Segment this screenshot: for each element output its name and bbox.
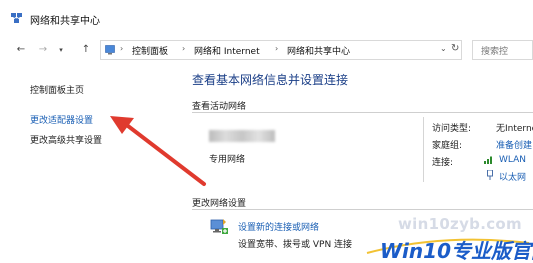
breadcrumb-separator: › <box>120 44 124 53</box>
sidebar-item-change-adapter-settings[interactable]: 更改适配器设置 <box>30 113 93 126</box>
control-panel-icon <box>105 45 115 55</box>
ethernet-connection-link[interactable]: 以太网 <box>499 170 533 183</box>
page-title: 查看基本网络信息并设置连接 <box>192 73 349 87</box>
network-center-icon <box>11 13 22 23</box>
address-dropdown-icon[interactable]: ⌄ <box>440 44 447 53</box>
watermark-brand: Win10专业版官网 <box>380 235 533 263</box>
back-button[interactable]: ← <box>15 44 27 56</box>
connections-label: 连接: <box>432 158 454 168</box>
wifi-signal-icon <box>484 156 492 164</box>
homegroup-value-link[interactable]: 准备创建 <box>496 138 533 151</box>
column-divider <box>423 117 424 182</box>
recent-dropdown-button[interactable]: ▾ <box>55 44 67 56</box>
breadcrumb-network-internet[interactable]: 网络和 Internet <box>194 44 260 57</box>
access-type-value: 无Internet <box>496 124 533 134</box>
watermark-brand-name: Win10 <box>380 239 451 263</box>
sidebar-item-control-panel-home[interactable]: 控制面板主页 <box>30 83 84 96</box>
up-button[interactable]: ↑ <box>80 44 92 56</box>
search-placeholder: 搜索控 <box>481 47 509 57</box>
watermark-brand-suffix: 专业版官网 <box>451 239 533 263</box>
window-title: 网络和共享中心 <box>30 16 100 27</box>
setup-new-connection-link[interactable]: 设置新的连接或网络 <box>238 220 319 233</box>
new-connection-icon <box>210 219 228 234</box>
wlan-connection-link[interactable]: WLAN <box>499 155 533 165</box>
access-type-label: 访问类型: <box>432 124 472 134</box>
setup-connection-description: 设置宽带、拨号或 VPN 连接 <box>238 240 353 250</box>
annotation-arrow-icon <box>110 116 206 186</box>
forward-button[interactable]: → <box>37 44 49 56</box>
ethernet-icon <box>487 170 493 180</box>
network-name-blurred <box>209 130 275 142</box>
network-type: 专用网络 <box>209 155 246 165</box>
sidebar-item-advanced-sharing[interactable]: 更改高级共享设置 <box>30 133 102 146</box>
refresh-icon[interactable]: ↻ <box>451 43 459 54</box>
breadcrumb-control-panel[interactable]: 控制面板 <box>132 44 168 57</box>
section-divider <box>192 112 533 113</box>
active-networks-heading: 查看活动网络 <box>192 102 247 112</box>
breadcrumb-separator[interactable]: › <box>182 44 185 53</box>
homegroup-label: 家庭组: <box>432 141 463 151</box>
section-divider <box>192 209 533 210</box>
change-settings-heading: 更改网络设置 <box>192 199 247 209</box>
breadcrumb-separator[interactable]: › <box>275 44 278 53</box>
breadcrumb-network-sharing[interactable]: 网络和共享中心 <box>287 44 350 57</box>
